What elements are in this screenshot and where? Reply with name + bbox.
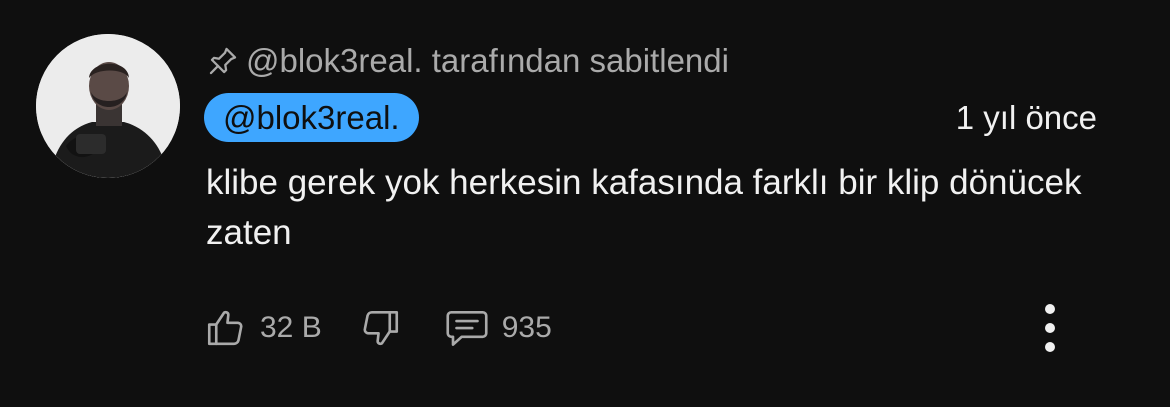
pin-icon [206, 44, 240, 78]
like-button[interactable]: 32 B [204, 307, 322, 349]
pinned-by-text: @blok3real. tarafından sabitlendi [246, 42, 729, 79]
thumbs-down-icon [363, 310, 398, 346]
pinned-by-label: @blok3real. tarafından sabitlendi [206, 40, 729, 82]
like-count: 32 B [260, 311, 322, 344]
thumbs-up-icon [207, 310, 243, 346]
comment-icon [446, 310, 488, 346]
author-avatar[interactable] [36, 34, 180, 178]
comment-timestamp[interactable]: 1 yıl önce [956, 96, 1097, 140]
dislike-button[interactable] [360, 307, 402, 349]
reply-button[interactable]: 935 [444, 307, 552, 349]
avatar-image [36, 34, 180, 178]
more-vertical-icon [1045, 304, 1055, 352]
comment-text: klibe gerek yok herkesin kafasında farkl… [206, 163, 1082, 252]
reply-count: 935 [501, 311, 552, 344]
author-name-chip[interactable]: @blok3real. [204, 93, 419, 142]
more-options-button[interactable] [1036, 300, 1064, 356]
comment-actions: 32 B 935 [204, 303, 552, 353]
